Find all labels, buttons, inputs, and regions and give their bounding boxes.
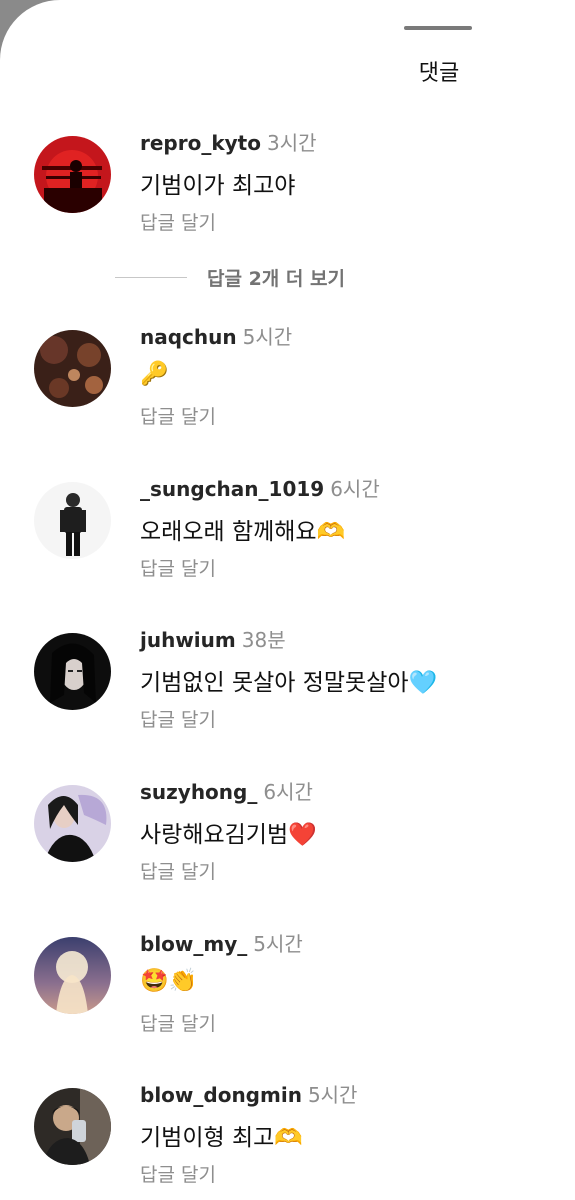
reply-button[interactable]: 답글 달기	[140, 1160, 216, 1187]
avatar-image	[34, 937, 111, 1014]
username[interactable]: _sungchan_1019	[140, 477, 324, 501]
comment-item: repro_kyto 3시간 기범이가 최고야 답글 달기	[0, 131, 575, 266]
window-corner	[0, 0, 60, 60]
username[interactable]: naqchun	[140, 325, 237, 349]
comment-text: 사랑해요김기범❤️	[140, 822, 317, 848]
avatar-image	[34, 785, 111, 862]
comment-text: 기범없인 못살아 정말못살아🩵	[140, 670, 438, 696]
divider-line	[115, 276, 187, 278]
avatar-image	[34, 633, 111, 710]
comment-item: naqchun 5시간 🔑 답글 달기	[0, 325, 575, 460]
comment-item: suzyhong_ 6시간 사랑해요김기범❤️ 답글 달기	[0, 780, 575, 915]
avatar-image	[34, 1088, 111, 1165]
comments-title: 댓글	[418, 61, 460, 86]
avatar[interactable]	[34, 1088, 111, 1165]
username[interactable]: repro_kyto	[140, 131, 261, 155]
comment-item: blow_my_ 5시간 🤩👏 답글 달기	[0, 932, 575, 1067]
comment-time: 3시간	[267, 131, 317, 155]
drag-handle[interactable]	[404, 26, 472, 30]
comment-time: 6시간	[263, 780, 313, 804]
comment-item: _sungchan_1019 6시간 오래오래 함께해요🫶 답글 달기	[0, 477, 575, 612]
comment-time: 6시간	[330, 477, 380, 501]
avatar[interactable]	[34, 937, 111, 1014]
comment-time: 5시간	[253, 932, 303, 956]
comment-text: 기범이가 최고야	[140, 173, 296, 199]
comment-text: 🤩👏	[140, 968, 198, 994]
comment-text: 기범이형 최고🫶	[140, 1125, 303, 1151]
comment-item: juhwium 38분 기범없인 못살아 정말못살아🩵 답글 달기	[0, 628, 575, 763]
avatar-image	[34, 482, 111, 559]
view-more-replies-button[interactable]: 답글 2개 더 보기	[115, 263, 345, 291]
comment-time: 5시간	[307, 1083, 358, 1107]
comment-time: 5시간	[242, 325, 293, 349]
avatar-image	[34, 136, 111, 213]
avatar[interactable]	[34, 136, 111, 213]
reply-button[interactable]: 답글 달기	[140, 1009, 216, 1036]
comment-item: blow_dongmin 5시간 기범이형 최고🫶 답글 달기	[0, 1083, 575, 1200]
username[interactable]: juhwium	[140, 628, 236, 652]
avatar[interactable]	[34, 633, 111, 710]
username[interactable]: blow_my_	[140, 932, 247, 956]
avatar-image	[34, 330, 111, 407]
comment-text: 오래오래 함께해요🫶	[140, 519, 346, 545]
reply-button[interactable]: 답글 달기	[140, 402, 216, 429]
reply-button[interactable]: 답글 달기	[140, 705, 216, 732]
reply-button[interactable]: 답글 달기	[140, 857, 216, 884]
username[interactable]: blow_dongmin	[140, 1083, 302, 1107]
avatar[interactable]	[34, 482, 111, 559]
avatar[interactable]	[34, 785, 111, 862]
view-more-replies-label: 답글 2개 더 보기	[207, 267, 345, 290]
reply-button[interactable]: 답글 달기	[140, 208, 216, 235]
comment-time: 38분	[241, 628, 286, 652]
avatar[interactable]	[34, 330, 111, 407]
reply-button[interactable]: 답글 달기	[140, 554, 216, 581]
comment-text: 🔑	[140, 361, 169, 387]
username[interactable]: suzyhong_	[140, 780, 257, 804]
